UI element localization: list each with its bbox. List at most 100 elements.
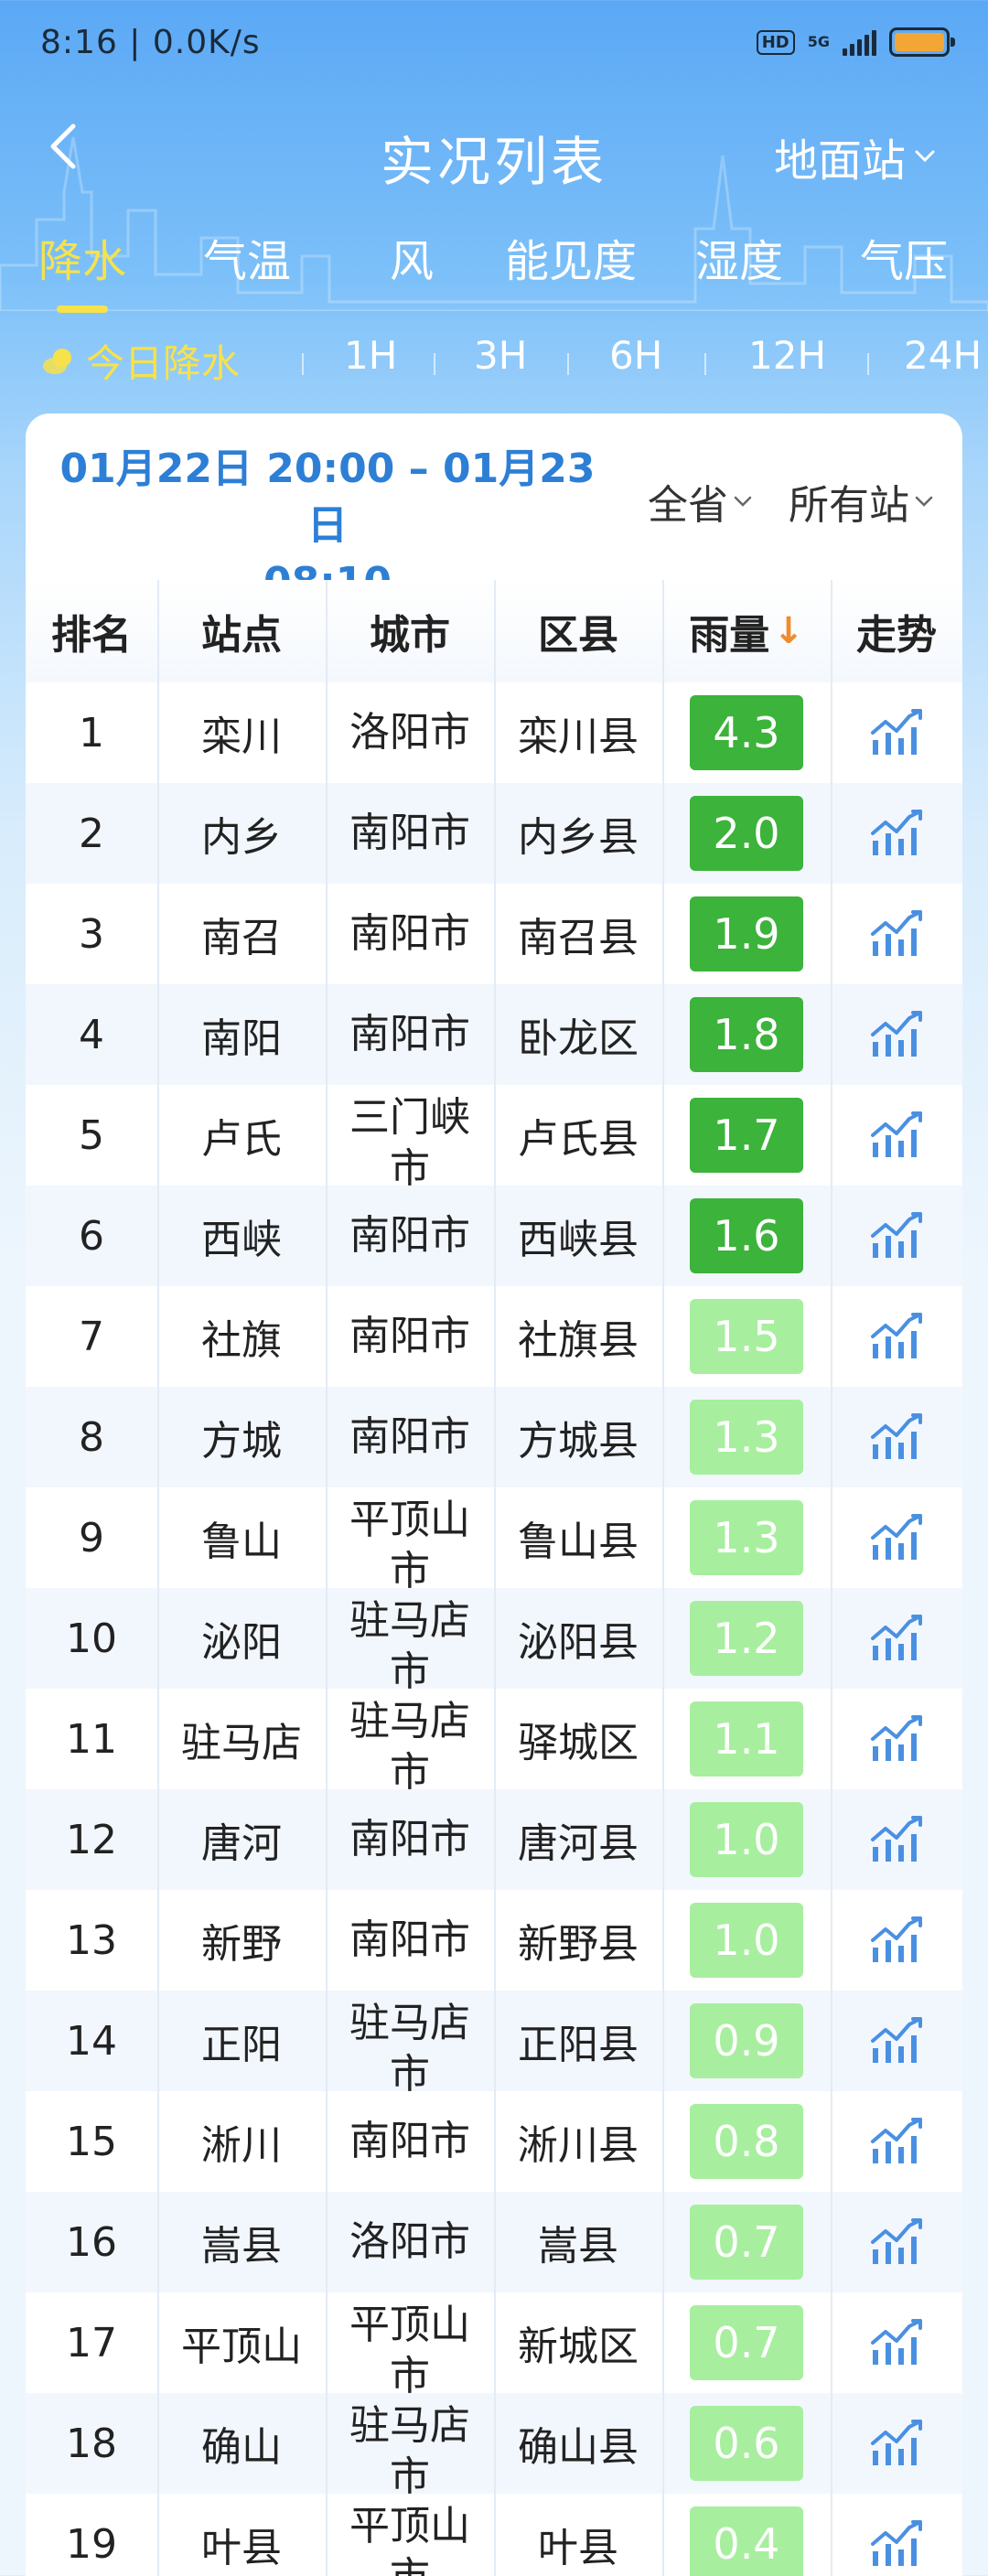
cell-station: 泌阳 xyxy=(201,1619,282,1666)
cell-county: 内乡县 xyxy=(518,814,639,861)
cell-trend[interactable] xyxy=(831,1487,962,1588)
cell-rank: 9 xyxy=(79,1514,104,1562)
rain-value-badge: 1.6 xyxy=(690,1198,803,1273)
cell-station: 唐河 xyxy=(201,1820,282,1867)
network-type-icon: 5G xyxy=(807,33,830,50)
cell-city: 南阳市 xyxy=(349,1916,470,1963)
rain-value-badge: 1.8 xyxy=(690,997,803,1072)
battery-icon xyxy=(889,27,955,57)
tab-humidity[interactable]: 湿度 xyxy=(695,225,783,289)
cell-rain: 0.8 xyxy=(662,2091,831,2192)
cell-station: 鲁山 xyxy=(201,1519,282,1565)
cell-trend[interactable] xyxy=(831,2091,962,2192)
cell-city: 南阳市 xyxy=(349,910,470,957)
cell-trend[interactable] xyxy=(831,1689,962,1789)
province-filter[interactable]: 全省 xyxy=(648,472,752,531)
cell-rain: 1.6 xyxy=(662,1186,831,1286)
cell-station: 社旗 xyxy=(201,1317,282,1364)
cell-city: 南阳市 xyxy=(349,810,470,856)
trend-chart-icon xyxy=(871,1615,922,1660)
tab-precipitation[interactable]: 降水 xyxy=(38,225,126,289)
cell-trend[interactable] xyxy=(831,1588,962,1689)
column-divider xyxy=(494,580,496,2576)
subtab-today[interactable]: 今日降水 xyxy=(40,333,240,389)
subtab-divider xyxy=(302,353,304,375)
cell-trend[interactable] xyxy=(831,682,962,783)
cell-county: 淅川县 xyxy=(518,2122,639,2169)
cell-trend[interactable] xyxy=(831,2292,962,2393)
cell-county: 栾川县 xyxy=(518,714,639,760)
cell-rain: 1.0 xyxy=(662,1789,831,1890)
cell-station: 嵩县 xyxy=(201,2223,282,2270)
cell-city: 驻马店市 xyxy=(349,2402,470,2494)
cell-trend[interactable] xyxy=(831,1789,962,1890)
cell-rain: 0.6 xyxy=(662,2393,831,2494)
tab-visibility[interactable]: 能见度 xyxy=(505,225,637,289)
subtab-6h[interactable]: 6H xyxy=(609,333,662,378)
cell-station: 南召 xyxy=(201,915,282,961)
cell-county: 驿城区 xyxy=(518,1720,639,1766)
tab-pressure[interactable]: 气压 xyxy=(860,225,948,289)
cell-rain: 0.9 xyxy=(662,1991,831,2091)
cell-trend[interactable] xyxy=(831,2192,962,2292)
rain-value-badge: 0.6 xyxy=(690,2406,803,2481)
subtab-12h[interactable]: 12H xyxy=(748,333,826,378)
column-divider xyxy=(831,580,832,2576)
header-rain-sort[interactable]: 雨量 ↓ xyxy=(662,580,831,682)
cell-rain: 1.8 xyxy=(662,984,831,1085)
cell-rain: 1.5 xyxy=(662,1286,831,1387)
cell-county: 唐河县 xyxy=(518,1820,639,1867)
station-filter[interactable]: 所有站 xyxy=(789,472,933,531)
cell-trend[interactable] xyxy=(831,1186,962,1286)
cell-station: 新野 xyxy=(201,1921,282,1968)
status-time: 8:16 | 0.0K/s xyxy=(40,24,261,61)
cell-trend[interactable] xyxy=(831,884,962,984)
cell-rain: 0.7 xyxy=(662,2192,831,2292)
cell-rank: 13 xyxy=(66,1916,117,1964)
subtab-1h[interactable]: 1H xyxy=(344,333,397,378)
cell-trend[interactable] xyxy=(831,1085,962,1186)
cell-station: 南阳 xyxy=(201,1015,282,1062)
cell-city: 三门峡市 xyxy=(349,1094,470,1186)
cell-rain: 0.7 xyxy=(662,2292,831,2393)
cell-trend[interactable] xyxy=(831,783,962,884)
cell-trend[interactable] xyxy=(831,2494,962,2576)
status-bar: 8:16 | 0.0K/s HD 5G xyxy=(0,0,988,91)
station-type-dropdown[interactable]: 地面站 xyxy=(774,124,935,188)
cell-city: 洛阳市 xyxy=(349,709,470,756)
subtab-24h[interactable]: 24H xyxy=(904,333,982,378)
trend-chart-icon xyxy=(871,1111,922,1157)
tab-temperature[interactable]: 气温 xyxy=(203,225,291,289)
subtab-3h[interactable]: 3H xyxy=(474,333,527,378)
cell-city: 驻马店市 xyxy=(349,1698,470,1789)
rain-value-badge: 0.7 xyxy=(690,2205,803,2280)
cell-rank: 8 xyxy=(79,1413,104,1461)
sub-tabs: 今日降水 1H 3H 6H 12H 24H xyxy=(0,333,988,397)
subtab-divider xyxy=(567,353,569,375)
date-range-line1: 01月22日 20:00 – 01月23日 xyxy=(59,445,596,549)
subtab-divider xyxy=(704,353,706,375)
tab-wind[interactable]: 风 xyxy=(390,225,434,289)
subtab-today-label: 今日降水 xyxy=(86,341,241,386)
cell-rank: 10 xyxy=(66,1615,117,1662)
trend-chart-icon xyxy=(871,910,922,956)
trend-chart-icon xyxy=(871,810,922,855)
station-filter-label: 所有站 xyxy=(789,482,909,529)
cell-trend[interactable] xyxy=(831,1890,962,1991)
cell-trend[interactable] xyxy=(831,1286,962,1387)
signal-icon xyxy=(843,28,876,56)
cell-trend[interactable] xyxy=(831,1991,962,2091)
cell-trend[interactable] xyxy=(831,2393,962,2494)
cell-rain: 1.1 xyxy=(662,1689,831,1789)
cell-rank: 12 xyxy=(66,1816,117,1863)
cell-trend[interactable] xyxy=(831,1387,962,1487)
cell-station: 淅川 xyxy=(201,2122,282,2169)
cell-station: 确山 xyxy=(201,2424,282,2471)
cell-city: 南阳市 xyxy=(349,1816,470,1862)
sort-desc-icon: ↓ xyxy=(773,610,804,652)
cell-trend[interactable] xyxy=(831,984,962,1085)
cell-rain: 1.2 xyxy=(662,1588,831,1689)
cell-county: 正阳县 xyxy=(518,2022,639,2068)
cell-rain: 4.3 xyxy=(662,682,831,783)
cell-rank: 14 xyxy=(66,2017,117,2065)
